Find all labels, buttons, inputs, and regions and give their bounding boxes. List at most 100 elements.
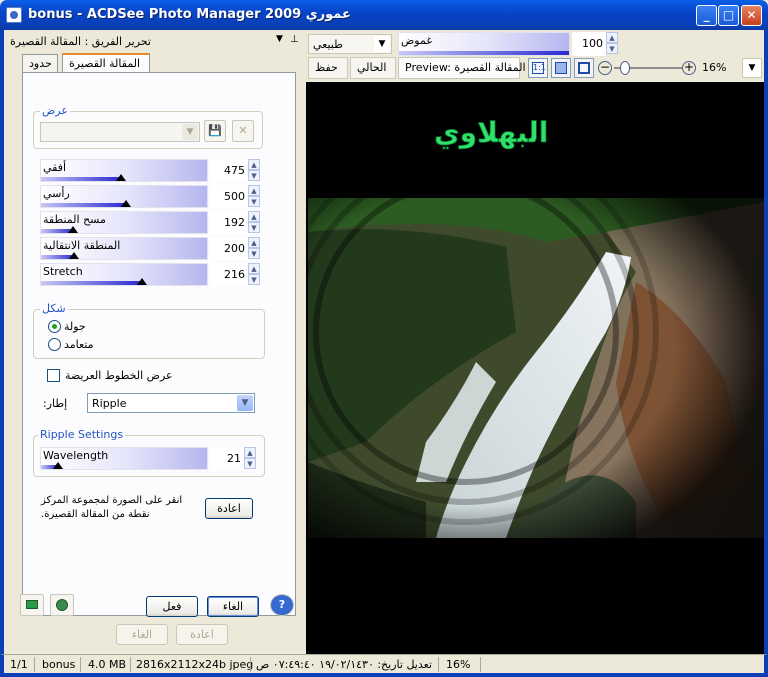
wavelength-value[interactable]: 21 (210, 447, 244, 470)
spin-up-icon[interactable]: ▲ (244, 447, 256, 458)
redo-button[interactable]: اعادة (176, 624, 228, 645)
cancel-button[interactable]: الغاء (207, 596, 259, 617)
spin-up-icon[interactable]: ▲ (248, 237, 260, 248)
minimize-button[interactable]: _ (696, 5, 717, 26)
fit-image-icon[interactable] (551, 58, 571, 78)
title-bar[interactable]: bonus - ACDSee Photo Manager 2009 عموري … (0, 0, 768, 30)
status-divider (480, 657, 481, 672)
frame-label: :إطار (43, 397, 68, 410)
help-icon[interactable]: ? (270, 594, 294, 616)
slider-thumb[interactable] (120, 200, 131, 207)
spin-up-icon[interactable]: ▲ (248, 159, 260, 170)
slider-thumb[interactable] (69, 252, 80, 259)
delete-preset-icon[interactable]: ✕ (232, 120, 254, 142)
chevron-down-icon[interactable]: ▼ (744, 60, 760, 76)
edit-panel: تحرير الفريق : المقالة القصيرة ▼ ⊥ حدود … (0, 30, 302, 654)
maximize-button[interactable]: □ (718, 5, 739, 26)
preset-combo[interactable]: ▼ (40, 122, 200, 142)
preview-toggle-icon[interactable] (50, 594, 74, 616)
reset-center-button[interactable]: اعادة (205, 498, 253, 519)
wavelength-thumb[interactable] (52, 462, 63, 469)
blend-mode-select[interactable]: طبيعي ▼ (308, 34, 392, 54)
slider-track[interactable]: Stretch (40, 263, 208, 286)
actual-size-icon[interactable]: 1:1 (528, 58, 548, 78)
zoom-in-icon[interactable]: + (682, 61, 696, 75)
photo-preview[interactable]: البهلاوي (306, 82, 764, 654)
slider-track[interactable]: مسح المنطقة (40, 211, 208, 234)
slider-spinner[interactable]: ▲ ▼ (248, 185, 260, 208)
undo-button[interactable]: الغاء (116, 624, 168, 645)
slider-value[interactable]: 216 (210, 263, 248, 286)
slider-3[interactable]: مسح المنطقة 192 ▲ ▼ (40, 211, 260, 234)
status-index: 1/1 (10, 658, 28, 671)
slider-fill (41, 203, 126, 207)
zoom-thumb[interactable] (619, 61, 630, 75)
spin-down-icon[interactable]: ▼ (244, 458, 256, 469)
opacity-value[interactable]: 100 (572, 32, 606, 56)
fullscreen-icon[interactable] (574, 58, 594, 78)
spin-down-icon[interactable]: ▼ (248, 222, 260, 233)
chevron-down-icon[interactable]: ▼ (237, 395, 253, 411)
zoom-out-icon[interactable]: − (598, 61, 612, 75)
slider-spinner[interactable]: ▲ ▼ (248, 159, 260, 182)
slider-spinner[interactable]: ▲ ▼ (248, 211, 260, 234)
slider-4[interactable]: المنطقة الانتقالية 200 ▲ ▼ (40, 237, 260, 260)
current-button[interactable]: الحالي (350, 57, 396, 79)
zoom-dropdown[interactable]: ▼ (742, 58, 762, 78)
slider-fill (41, 177, 121, 181)
tab-vignette[interactable]: المقالة القصيرة (62, 53, 150, 73)
watermark-text: البهلاوي (434, 116, 548, 149)
slider-thumb[interactable] (67, 226, 78, 233)
show-outline-checkbox[interactable] (47, 369, 60, 382)
shape-rect-radio[interactable] (48, 338, 61, 351)
spin-up-icon[interactable]: ▲ (248, 185, 260, 196)
slider-spinner[interactable]: ▲ ▼ (248, 237, 260, 260)
slider-track[interactable]: رأسي (40, 185, 208, 208)
opacity-slider[interactable]: غموض 100 ▲ ▼ (398, 32, 618, 56)
frame-select[interactable]: Ripple ▼ (87, 393, 255, 413)
slider-5[interactable]: Stretch 216 ▲ ▼ (40, 263, 260, 286)
image-canvas[interactable]: البهلاوي (306, 82, 764, 654)
wavelength-spinner[interactable]: ▲ ▼ (244, 447, 256, 470)
compare-icon[interactable] (20, 594, 44, 616)
spin-up-icon[interactable]: ▲ (248, 211, 260, 222)
spin-up-icon[interactable]: ▲ (248, 263, 260, 274)
slider-1[interactable]: أفقي 475 ▲ ▼ (40, 159, 260, 182)
slider-thumb[interactable] (137, 278, 148, 285)
opacity-spinner[interactable]: ▲ ▼ (606, 32, 618, 56)
panel-menu-icon[interactable]: ▼ (276, 34, 283, 44)
slider-spinner[interactable]: ▲ ▼ (248, 263, 260, 286)
pin-icon[interactable]: ⊥ (290, 34, 299, 45)
status-modified: تعديل تاريخ: ١٩/٠٢/١٤٣٠ ٠٧:٤٩:٤٠ ص (256, 658, 432, 671)
shape-round-radio[interactable] (48, 320, 61, 333)
spin-down-icon[interactable]: ▼ (606, 43, 618, 54)
slider-track[interactable]: المنطقة الانتقالية (40, 237, 208, 260)
spin-up-icon[interactable]: ▲ (606, 32, 618, 43)
chevron-down-icon[interactable]: ▼ (374, 36, 390, 52)
wavelength-track[interactable]: Wavelength (40, 447, 208, 470)
save-button[interactable]: حفظ (308, 57, 348, 79)
slider-2[interactable]: رأسي 500 ▲ ▼ (40, 185, 260, 208)
wavelength-slider[interactable]: Wavelength 21 ▲ ▼ (40, 447, 260, 470)
spin-down-icon[interactable]: ▼ (248, 170, 260, 181)
close-button[interactable]: ✕ (741, 5, 762, 26)
display-group: عرض ▼ 💾 ✕ (33, 104, 263, 149)
app-icon[interactable] (6, 7, 22, 23)
status-divider (250, 657, 251, 672)
slider-value[interactable]: 475 (210, 159, 248, 182)
slider-label: Stretch (43, 265, 83, 278)
slider-value[interactable]: 192 (210, 211, 248, 234)
spin-down-icon[interactable]: ▼ (248, 274, 260, 285)
save-preset-icon[interactable]: 💾 (204, 120, 226, 142)
slider-value[interactable]: 500 (210, 185, 248, 208)
apply-button[interactable]: فعل (146, 596, 198, 617)
slider-track[interactable]: أفقي (40, 159, 208, 182)
opacity-track[interactable]: غموض (398, 32, 570, 56)
spin-down-icon[interactable]: ▼ (248, 248, 260, 259)
slider-thumb[interactable] (115, 174, 126, 181)
slider-value[interactable]: 200 (210, 237, 248, 260)
spin-down-icon[interactable]: ▼ (248, 196, 260, 207)
tab-borders[interactable]: حدود (22, 54, 58, 72)
chevron-down-icon[interactable]: ▼ (182, 124, 198, 140)
status-divider (80, 657, 81, 672)
